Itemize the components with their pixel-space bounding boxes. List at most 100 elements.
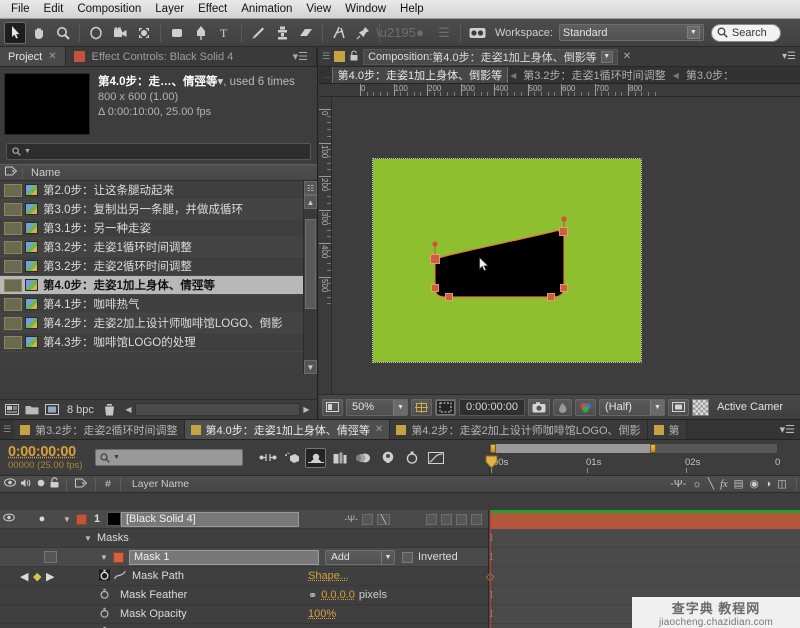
hide-shy-layers-icon[interactable] [305,447,326,468]
timeline-minimap[interactable] [489,443,778,454]
frame-blend-switch-box[interactable] [426,513,437,525]
puppet-pin-tool-icon[interactable] [352,22,374,44]
timeline-tab-3[interactable]: 第 [647,420,687,439]
rotation-tool-icon[interactable] [85,22,107,44]
resolution-select[interactable]: (Half) ▼ [599,398,665,416]
eye-icon[interactable] [4,478,16,490]
project-search-input[interactable]: ▼ [6,143,311,160]
brainstorm-icon[interactable] [377,448,398,468]
brush-tool-icon[interactable] [247,22,269,44]
scroll-up-arrow-icon[interactable]: ▲ [304,195,317,209]
subtab-0[interactable]: 第4.0步：走姿1加上身体、倒影等 [331,67,509,83]
new-composition-icon[interactable] [4,403,19,417]
search-field[interactable]: Search [710,23,781,42]
timecode-block[interactable]: 0:00:00:00 00000 (25.00 fps) [0,444,95,471]
project-list-item[interactable]: 第4.2步：走姿2加上设计师咖啡馆LOGO、倒影 [0,314,317,333]
stopwatch-icon[interactable] [96,588,112,603]
adjustment-layer-switch-icon[interactable]: ◑ [765,478,771,490]
enable-motion-blur-icon[interactable] [353,448,374,468]
project-list-item[interactable]: 第3.1步：另一种走姿 [0,219,317,238]
project-list-item[interactable]: 第3.2步：走姿1循环时间调整 [0,238,317,257]
project-list-item[interactable]: 第2.0步：让这条腿动起来 [0,181,317,200]
menu-item-effect[interactable]: Effect [191,1,234,17]
local-axis-icon[interactable]: \u2195 [376,22,416,44]
show-snapshot-icon[interactable] [553,398,572,416]
mask-mode-select[interactable]: Add ▼ [325,549,395,565]
timeline-property-row[interactable]: ▼ Masks [0,529,488,548]
quality-switch-box[interactable]: ╲ [377,513,390,525]
project-list-item[interactable]: 第3.0步：复制出另一条腿，并做成循环 [0,200,317,219]
timeline-tab-2[interactable]: 第4.2步：走姿2加上设计师咖啡馆LOGO、倒影 [390,420,648,439]
property-value[interactable]: Shape... [308,570,349,582]
world-axis-icon[interactable]: ● [409,22,431,44]
composition-viewer[interactable] [332,97,800,394]
layer-color-swatch[interactable] [76,513,87,525]
mask-twirl-icon[interactable]: ▼ [100,553,113,562]
mask-visibility-box[interactable] [44,551,57,563]
eraser-tool-icon[interactable] [295,22,317,44]
new-folder-icon[interactable] [24,403,39,417]
keyframe-prev-icon[interactable]: ◀ [20,570,33,583]
type-tool-icon[interactable]: T [214,22,236,44]
timeline-layer-track[interactable] [489,510,800,529]
bit-depth-label[interactable]: 8 bpc [67,404,94,416]
menu-item-animation[interactable]: Animation [234,1,299,17]
shy-switch-icon[interactable]: -Ψ- [344,514,358,524]
composition-mini-flowchart-icon[interactable] [257,448,278,468]
mask-inverted-checkbox[interactable] [402,551,413,563]
collapse-switch-box[interactable] [362,513,373,525]
chevron-down-icon[interactable]: ▼ [600,50,613,63]
project-footer-slider[interactable]: ◀ ▶ [122,403,313,417]
adjustment-switch-box[interactable] [456,513,467,525]
close-icon[interactable]: ✕ [623,51,631,62]
camera-view-select[interactable]: Active Camer [712,399,797,416]
link-icon[interactable]: ⚭ [308,589,317,602]
timeline-property-row[interactable]: ◀ ◆ ▶ Mask Path Shape... [0,567,488,586]
always-preview-icon[interactable] [322,398,343,416]
lock-icon[interactable] [350,49,358,64]
menu-item-layer[interactable]: Layer [148,1,191,17]
project-list-item[interactable]: 第4.1步：咖啡热气 [0,295,317,314]
stopwatch-icon[interactable] [96,607,112,622]
quality-switch-icon[interactable]: ╲ [708,478,714,490]
project-settings-icon[interactable] [44,403,59,417]
composition-tab[interactable]: Composition: 第4.0步：走姿1加上身体、倒影等 ▼ [363,48,618,65]
timeline-tab-1[interactable]: 第4.0步：走姿1加上身体、倩弳等 ✕ [184,420,391,439]
project-list-item[interactable]: 第4.0步：走姿1加上身体、倩弳等 [0,276,317,295]
eye-icon[interactable] [0,513,18,525]
audio-icon[interactable] [20,478,32,491]
take-snapshot-icon[interactable] [528,398,550,416]
scroll-thumb[interactable] [305,219,316,309]
pen-tool-icon[interactable] [190,22,212,44]
property-value[interactable]: 0.0,0.0 [321,589,355,601]
panel-menu-icon[interactable]: ▾☰ [780,423,800,436]
graph-editor-icon[interactable] [425,448,446,468]
effects-switch-icon[interactable]: fx [720,479,728,490]
scroll-layout-icon[interactable]: ☷ [304,181,317,195]
current-time-indicator[interactable] [490,510,491,628]
toggle-mask-view-icon[interactable] [466,22,488,44]
magnification-select[interactable]: 50% ▼ [346,398,408,416]
slider-track[interactable] [134,403,300,416]
minimap-right-handle[interactable] [650,444,656,453]
tab-project[interactable]: Project ✕ [0,47,66,66]
menu-item-edit[interactable]: Edit [37,1,71,17]
zoom-tool-icon[interactable] [52,22,74,44]
layer-name-field[interactable]: [Black Solid 4] [121,511,299,527]
keyframe-marker-icon[interactable]: ◆ [33,570,46,583]
close-icon[interactable]: ✕ [48,51,56,62]
minimap-range[interactable] [496,444,650,453]
menu-item-file[interactable]: File [4,1,37,17]
timeline-track-row[interactable]: ◇ [486,567,800,586]
show-channel-icon[interactable] [575,398,596,416]
three-d-layer-switch-icon[interactable]: ◫ [777,478,787,490]
project-scrollbar[interactable]: ☷ ▲ ▼ [303,181,317,374]
composition-canvas[interactable] [372,158,642,363]
timeline-layer-row[interactable]: ● ▼ 1 [Black Solid 4] -Ψ- ╲ [0,510,488,529]
clone-stamp-tool-icon[interactable] [271,22,293,44]
shape-tool-icon[interactable] [166,22,188,44]
timeline-property-row[interactable]: ▼ Mask 1 Add ▼ Inverted [0,548,488,567]
close-icon[interactable]: ✕ [375,424,383,435]
timeline-search-input[interactable]: ▼ [95,449,243,466]
current-time-indicator-head[interactable] [485,455,498,472]
